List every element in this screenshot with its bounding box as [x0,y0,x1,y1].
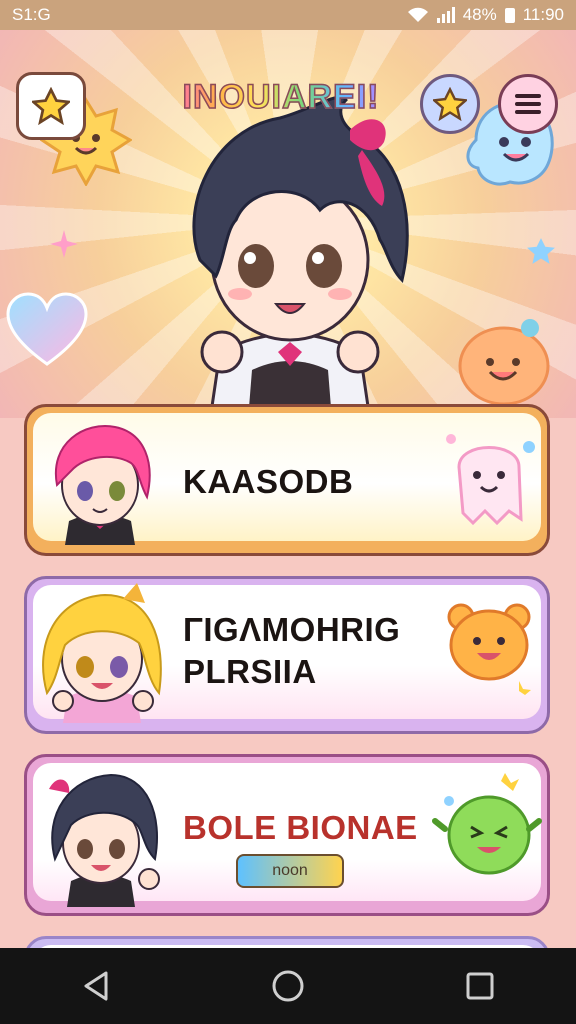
orange-bear-mascot-icon [447,603,531,695]
blonde-hair-character-avatar [42,583,162,723]
back-button[interactable] [66,956,126,1016]
card-action-button[interactable]: noon [236,854,344,888]
hero-character-illustration [192,95,409,418]
heart-icon [6,292,88,366]
hero-banner: INOUIAREI! [0,30,576,418]
star-button[interactable] [16,72,86,140]
green-blob-mascot-icon [432,773,542,875]
character-card[interactable]: KAASODB [24,404,550,556]
carrier-label: S1:G [12,5,51,24]
recents-button[interactable] [450,956,510,1016]
status-icons: 48% 11:90 [407,5,564,25]
favorites-button[interactable] [420,74,480,134]
signal-icon [436,7,455,23]
recents-square-icon [466,972,494,1000]
character-name: KAASODB [183,463,354,500]
wifi-icon [407,7,428,22]
sparkle-star-icon [50,230,78,258]
hamburger-menu-icon [515,94,541,114]
battery-icon [504,7,515,23]
app-title: INOUIAREI! [176,77,386,117]
status-bar: S1:G 48% 11:90 [0,0,576,30]
menu-button[interactable] [498,74,558,134]
pink-ghost-mascot-icon [446,434,535,526]
home-button[interactable] [258,956,318,1016]
dark-hair-character-avatar [49,773,160,907]
character-name-line2: PLRSIIA [183,653,317,690]
battery-percent: 48% [462,5,497,24]
system-navigation-bar [0,948,576,1024]
character-card[interactable]: BOLE BIONAE [24,754,550,916]
pink-hair-character-avatar [54,425,151,545]
star-badge-icon [433,87,467,121]
character-name-line1: ΓIGΛMOHRIG [183,611,401,648]
character-card[interactable]: ΓIGΛMOHRIG PLRSIIA [24,576,550,734]
home-circle-icon [272,970,304,1002]
star-icon [32,87,70,125]
sparkle-star-icon [527,238,555,264]
character-name: BOLE BIONAE [183,809,418,846]
back-triangle-icon [84,971,108,1001]
clock: 11:90 [522,5,564,24]
orange-blob-mascot-icon [458,319,550,406]
